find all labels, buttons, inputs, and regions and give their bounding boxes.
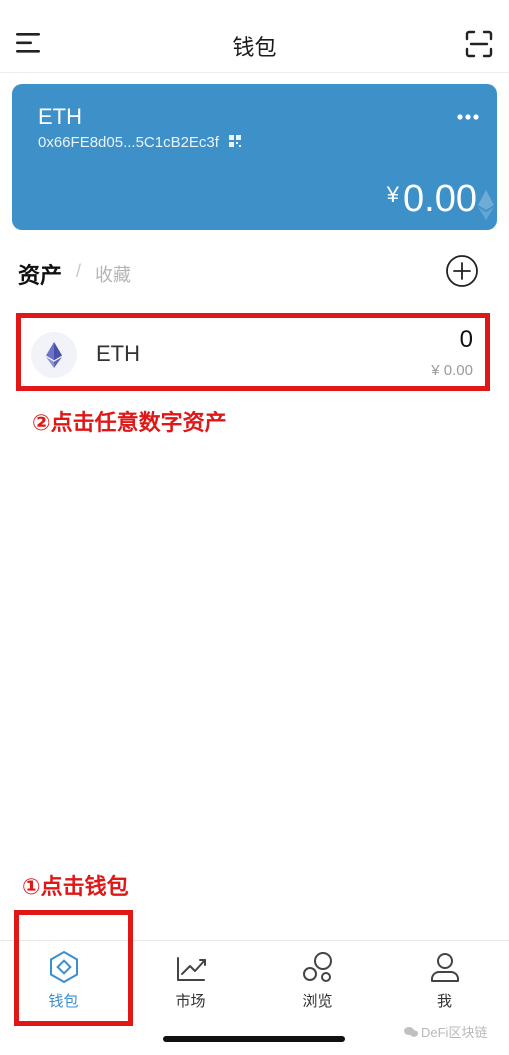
wechat-icon	[404, 1026, 418, 1041]
tab-assets[interactable]: 资产	[18, 258, 62, 290]
eth-watermark-icon	[478, 190, 494, 225]
home-indicator	[163, 1036, 345, 1042]
tab-profile[interactable]: 我	[381, 950, 508, 1020]
tab-favorites[interactable]: 收藏	[95, 261, 131, 287]
currency-symbol: ¥	[386, 182, 400, 207]
tab-profile-label: 我	[436, 993, 452, 1010]
highlight-box-asset	[16, 313, 490, 391]
tab-separator: /	[76, 261, 82, 281]
annotation-step2: ②点击任意数字资产	[32, 410, 227, 435]
tab-market-label: 市场	[175, 993, 206, 1010]
highlight-box-wallet-tab	[14, 910, 133, 1026]
tab-market[interactable]: 市场	[127, 950, 254, 1020]
watermark: DeFi区块链	[404, 1022, 487, 1041]
profile-icon	[428, 950, 462, 984]
scan-icon[interactable]	[465, 30, 493, 58]
browse-icon	[301, 950, 335, 984]
add-asset-button[interactable]	[446, 255, 478, 287]
watermark-text: DeFi区块链	[421, 1025, 488, 1040]
wallet-address: 0x66FE8d05...5C1cB2Ec3f	[38, 134, 219, 152]
balance-value: 0.00	[403, 178, 477, 220]
tab-browse-label: 浏览	[302, 993, 333, 1010]
annotation-step1: ①点击钱包	[22, 874, 129, 899]
wallet-address-row[interactable]: 0x66FE8d05...5C1cB2Ec3f	[38, 134, 242, 152]
market-icon	[174, 950, 208, 984]
wallet-name: ETH	[38, 104, 82, 129]
tab-browse[interactable]: 浏览	[254, 950, 381, 1020]
qr-code-icon[interactable]	[229, 134, 242, 152]
more-icon[interactable]	[456, 108, 480, 120]
wallet-balance: ¥0.00	[387, 178, 477, 221]
page-title: 钱包	[232, 35, 277, 60]
